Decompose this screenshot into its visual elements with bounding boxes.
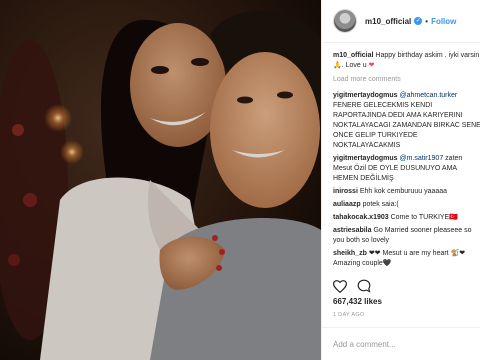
post-photo[interactable] xyxy=(0,0,321,360)
follow-button[interactable]: Follow xyxy=(431,17,456,26)
comment-username[interactable]: sheikh_zb xyxy=(333,250,367,257)
author-username[interactable]: m10_official xyxy=(365,17,411,26)
comment-item: inirossi Ehh kok cemburuuu yaaaaa xyxy=(333,187,480,197)
comment-item: astriesabila Go Married sooner pleaseee … xyxy=(333,226,480,246)
comment-username[interactable]: tahakocak.x1903 xyxy=(333,214,389,221)
comment-text: potek saia:( xyxy=(362,201,399,208)
comment-username[interactable]: yigitmertaydogmus xyxy=(333,92,398,99)
heart-icon[interactable] xyxy=(333,279,347,293)
instagram-post: m10_official ✓ • Follow m10_official Hap… xyxy=(0,0,480,360)
verified-icon: ✓ xyxy=(414,17,423,25)
comment-item: auliaazp potek saia:( xyxy=(333,200,480,210)
comment-mention[interactable]: @m.satir1907 xyxy=(400,155,444,162)
comment-username[interactable]: yigitmertaydogmus xyxy=(333,155,398,162)
comment-text: FENERE GELECEKMIS KENDI RAPORTAJINDA DED… xyxy=(333,102,480,149)
comment-item: yigitmertaydogmus @m.satir1907 zaten Mes… xyxy=(333,154,480,184)
comment-text: Come to TURKIYE🇹🇷 xyxy=(390,214,458,221)
comment-username[interactable]: astriesabila xyxy=(333,227,372,234)
caption-emoji: 🙏 xyxy=(333,62,342,69)
action-bar xyxy=(333,279,371,293)
comment-mention[interactable]: @ahmetcan.turker xyxy=(400,92,458,99)
caption-text: Happy birthday askim . iyki varsin xyxy=(375,52,480,59)
add-comment-input[interactable]: Add a comment... xyxy=(322,327,480,360)
comment-item: sheikh_zb ❤❤ Mesut u are my heart 🐒❤ Ama… xyxy=(333,249,480,269)
caption: m10_official Happy birthday askim . iyki… xyxy=(333,51,480,71)
post-side-panel: m10_official ✓ • Follow m10_official Hap… xyxy=(321,0,480,360)
comment-username[interactable]: inirossi xyxy=(333,188,358,195)
caption-username[interactable]: m10_official xyxy=(333,52,373,59)
comment-item: yigitmertaydogmus @ahmetcan.turker FENER… xyxy=(333,91,480,151)
comments-list: m10_official Happy birthday askim . iyki… xyxy=(333,51,480,277)
comment-username[interactable]: auliaazp xyxy=(333,201,361,208)
comment-icon[interactable] xyxy=(357,279,371,293)
separator-dot: • xyxy=(425,16,429,26)
post-header: m10_official ✓ • Follow xyxy=(322,0,480,43)
comment-item: tahakocak.x1903 Come to TURKIYE🇹🇷 xyxy=(333,213,480,223)
avatar[interactable] xyxy=(333,9,357,33)
caption-end: . Love u xyxy=(341,62,367,69)
load-more-comments[interactable]: Load more comments xyxy=(333,75,480,85)
couple-selfie-image xyxy=(0,0,321,360)
caption-heart: ❤ xyxy=(368,62,375,69)
likes-count[interactable]: 667,432 likes xyxy=(333,297,382,306)
timestamp[interactable]: 1 DAY AGO xyxy=(333,312,365,318)
comment-text: Ehh kok cemburuuu yaaaaa xyxy=(359,188,448,195)
